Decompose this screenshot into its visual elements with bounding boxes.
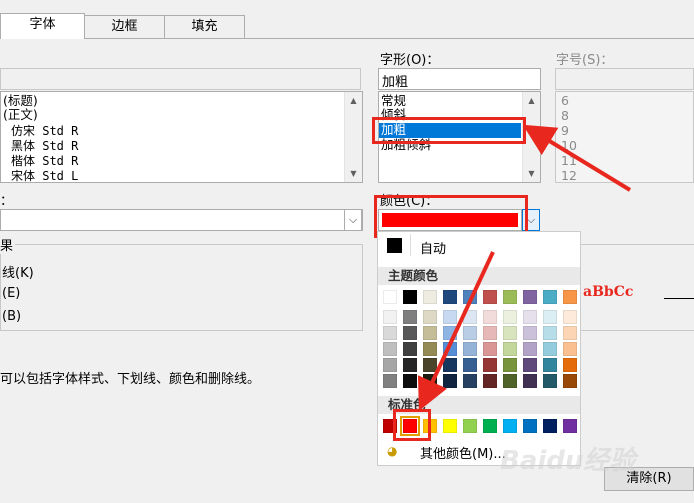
- tab-font[interactable]: 字体: [0, 13, 85, 39]
- annotation-arrows: [417, 124, 632, 411]
- arrow-to-red: [417, 251, 495, 411]
- arrow-to-bold: [522, 124, 632, 192]
